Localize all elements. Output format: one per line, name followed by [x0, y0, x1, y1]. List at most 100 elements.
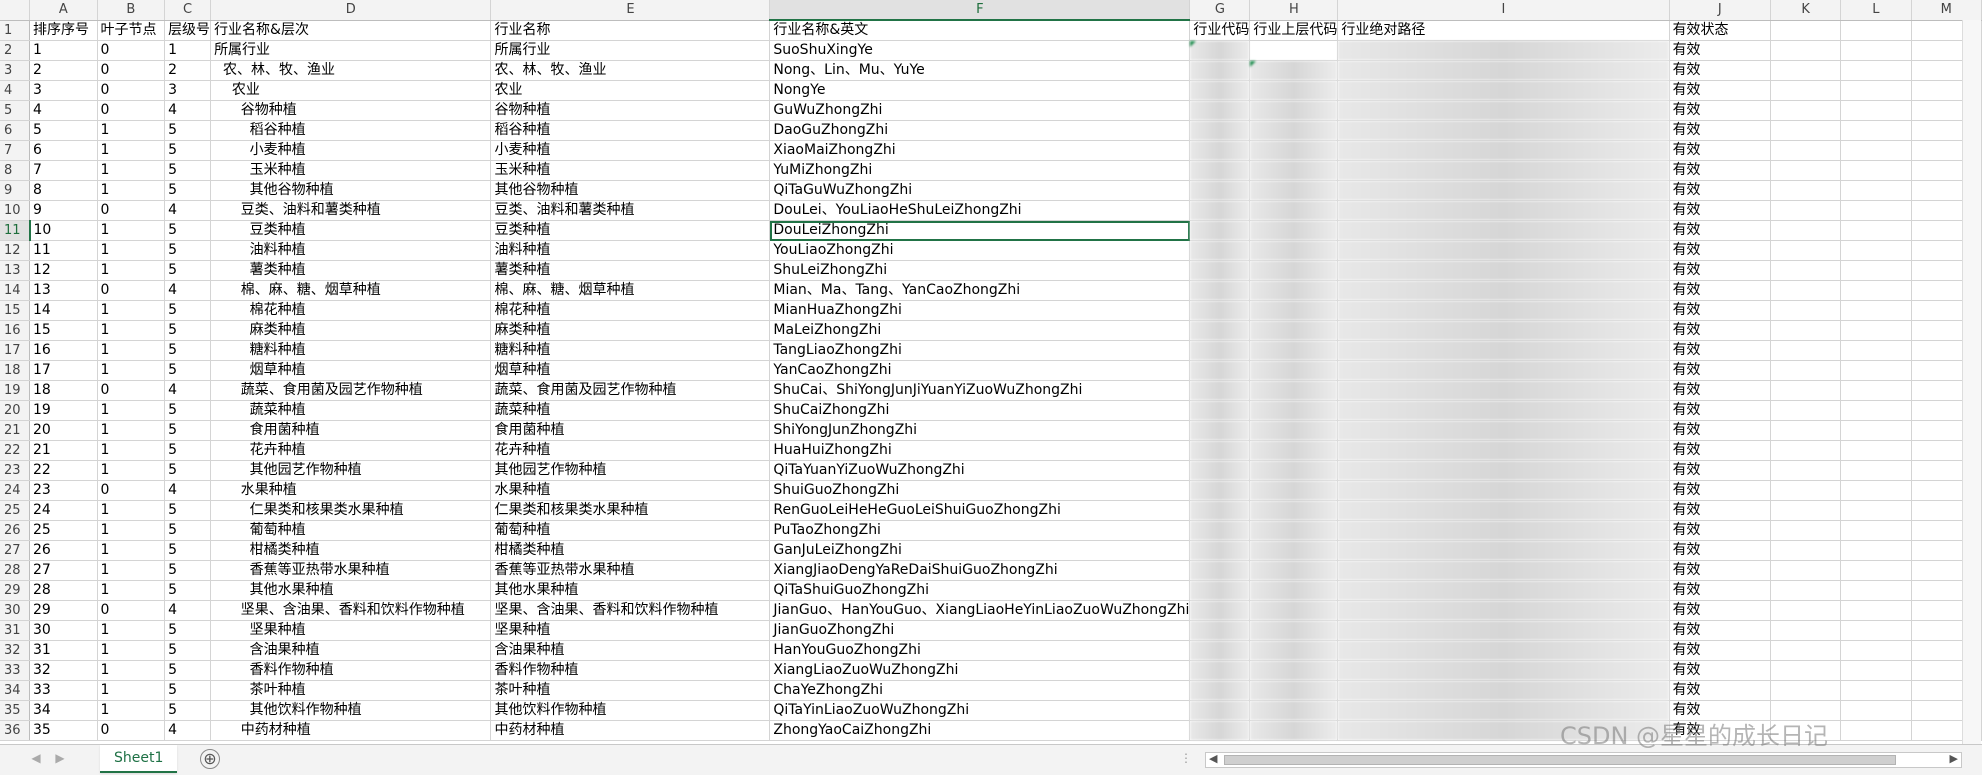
cell-e12[interactable]: 油料种植: [490, 240, 771, 261]
cell-l30[interactable]: [1840, 600, 1912, 621]
cell-l33[interactable]: [1840, 660, 1912, 681]
cell-h6[interactable]: A0110: [1249, 120, 1339, 141]
cell-i12[interactable]: /00000/A0000/A0100/A0120/A0122: [1337, 240, 1670, 261]
cell-i25[interactable]: /00000/A0000/A0100/A0150/A0151: [1337, 500, 1670, 521]
cell-g18[interactable]: A0134: [1189, 360, 1251, 381]
sheet-tab-sheet1[interactable]: Sheet1: [100, 745, 178, 773]
cell-h20[interactable]: A0140: [1249, 400, 1339, 421]
cell-l28[interactable]: [1840, 560, 1912, 581]
cell-j4[interactable]: 有效: [1669, 80, 1772, 101]
cell-e6[interactable]: 稻谷种植: [490, 120, 771, 141]
cell-l27[interactable]: [1840, 540, 1912, 561]
cell-c31[interactable]: 5: [164, 620, 212, 641]
cell-e3[interactable]: 农、林、牧、渔业: [490, 60, 771, 81]
column-header-a[interactable]: A: [29, 0, 98, 21]
cell-e18[interactable]: 烟草种植: [490, 360, 771, 381]
cell-g7[interactable]: A0112: [1189, 140, 1251, 161]
row-header[interactable]: 23: [0, 460, 30, 481]
cell-l7[interactable]: [1840, 140, 1912, 161]
cell-f30[interactable]: JianGuo、HanYouGuo、XiangLiaoHeYinLiaoZuoW…: [769, 600, 1191, 621]
column-header-e[interactable]: E: [490, 0, 771, 21]
cell-j10[interactable]: 有效: [1669, 200, 1772, 221]
cell-e7[interactable]: 小麦种植: [490, 140, 771, 161]
cell-i10[interactable]: /00000/A0000/A0100/A0120: [1337, 200, 1670, 221]
cell-b15[interactable]: 1: [97, 300, 166, 321]
row-header[interactable]: 15: [0, 300, 30, 321]
cell-a21[interactable]: 20: [29, 420, 98, 441]
cell-a12[interactable]: 11: [29, 240, 98, 261]
cell-h10[interactable]: A0100: [1249, 200, 1339, 221]
cell-c11[interactable]: 5: [164, 220, 212, 241]
cell-d25[interactable]: 仁果类和核果类水果种植: [210, 500, 492, 521]
cell-i26[interactable]: /00000/A0000/A0100/A0150/A0152: [1337, 520, 1670, 541]
horizontal-scrollbar[interactable]: ◀ ▶: [1205, 752, 1962, 768]
cell-e22[interactable]: 花卉种植: [490, 440, 771, 461]
cell-c32[interactable]: 5: [164, 640, 212, 661]
cell-l15[interactable]: [1840, 300, 1912, 321]
cell-d11[interactable]: 豆类种植: [210, 220, 492, 241]
cell-f33[interactable]: XiangLiaoZuoWuZhongZhi: [769, 660, 1191, 681]
cell-j2[interactable]: 有效: [1669, 40, 1772, 61]
cell-i4[interactable]: /00000/A0000/A0100: [1337, 80, 1670, 101]
cell-g36[interactable]: A0170: [1189, 720, 1251, 741]
cell-a9[interactable]: 8: [29, 180, 98, 201]
cell-f31[interactable]: JianGuoZhongZhi: [769, 620, 1191, 641]
row-header[interactable]: 10: [0, 200, 30, 221]
cell-c29[interactable]: 5: [164, 580, 212, 601]
cell-g4[interactable]: A0100: [1189, 80, 1251, 101]
row-header[interactable]: 31: [0, 620, 30, 641]
row-header[interactable]: 32: [0, 640, 30, 661]
cell-k7[interactable]: [1770, 140, 1842, 161]
cell-j15[interactable]: 有效: [1669, 300, 1772, 321]
row-header[interactable]: 4: [0, 80, 30, 101]
cell-k30[interactable]: [1770, 600, 1842, 621]
cell-d19[interactable]: 蔬菜、食用菌及园艺作物种植: [210, 380, 492, 401]
cell-i22[interactable]: /00000/A0000/A0100/A0140/A0143: [1337, 440, 1670, 461]
cell-i1[interactable]: 行业绝对路径: [1337, 20, 1670, 41]
cell-l29[interactable]: [1840, 580, 1912, 601]
right-arrow-icon[interactable]: ▶: [52, 751, 68, 765]
cell-d5[interactable]: 谷物种植: [210, 100, 492, 121]
cell-e33[interactable]: 香料作物种植: [490, 660, 771, 681]
cell-e36[interactable]: 中药材种植: [490, 720, 771, 741]
cell-k1[interactable]: [1770, 20, 1842, 41]
cell-d14[interactable]: 棉、麻、糖、烟草种植: [210, 280, 492, 301]
cell-k16[interactable]: [1770, 320, 1842, 341]
cell-j17[interactable]: 有效: [1669, 340, 1772, 361]
cell-j33[interactable]: 有效: [1669, 660, 1772, 681]
cell-h8[interactable]: A0110: [1249, 160, 1339, 181]
cell-a7[interactable]: 6: [29, 140, 98, 161]
cell-i31[interactable]: /00000/A0000/A0100/A0160/A0161: [1337, 620, 1670, 641]
cell-a23[interactable]: 22: [29, 460, 98, 481]
cell-c18[interactable]: 5: [164, 360, 212, 381]
cell-c21[interactable]: 5: [164, 420, 212, 441]
cell-j20[interactable]: 有效: [1669, 400, 1772, 421]
cell-c33[interactable]: 5: [164, 660, 212, 681]
cell-l14[interactable]: [1840, 280, 1912, 301]
cell-k3[interactable]: [1770, 60, 1842, 81]
cell-e16[interactable]: 麻类种植: [490, 320, 771, 341]
column-header-g[interactable]: G: [1189, 0, 1251, 21]
cell-c34[interactable]: 5: [164, 680, 212, 701]
cell-f9[interactable]: QiTaGuWuZhongZhi: [769, 180, 1191, 201]
cell-b23[interactable]: 1: [97, 460, 166, 481]
cell-f29[interactable]: QiTaShuiGuoZhongZhi: [769, 580, 1191, 601]
cell-l6[interactable]: [1840, 120, 1912, 141]
row-header[interactable]: 28: [0, 560, 30, 581]
cell-g6[interactable]: A0111: [1189, 120, 1251, 141]
cell-c3[interactable]: 2: [164, 60, 212, 81]
cell-d7[interactable]: 小麦种植: [210, 140, 492, 161]
cell-d13[interactable]: 薯类种植: [210, 260, 492, 281]
cell-f7[interactable]: XiaoMaiZhongZhi: [769, 140, 1191, 161]
cell-g19[interactable]: A0140: [1189, 380, 1251, 401]
cell-e14[interactable]: 棉、麻、糖、烟草种植: [490, 280, 771, 301]
cell-k27[interactable]: [1770, 540, 1842, 561]
cell-b19[interactable]: 0: [97, 380, 166, 401]
cell-l35[interactable]: [1840, 700, 1912, 721]
cell-g20[interactable]: A0141: [1189, 400, 1251, 421]
cell-a11[interactable]: 10: [29, 220, 98, 241]
cell-h4[interactable]: A0000: [1249, 80, 1339, 101]
cell-h9[interactable]: A0110: [1249, 180, 1339, 201]
cell-f26[interactable]: PuTaoZhongZhi: [769, 520, 1191, 541]
cell-c12[interactable]: 5: [164, 240, 212, 261]
